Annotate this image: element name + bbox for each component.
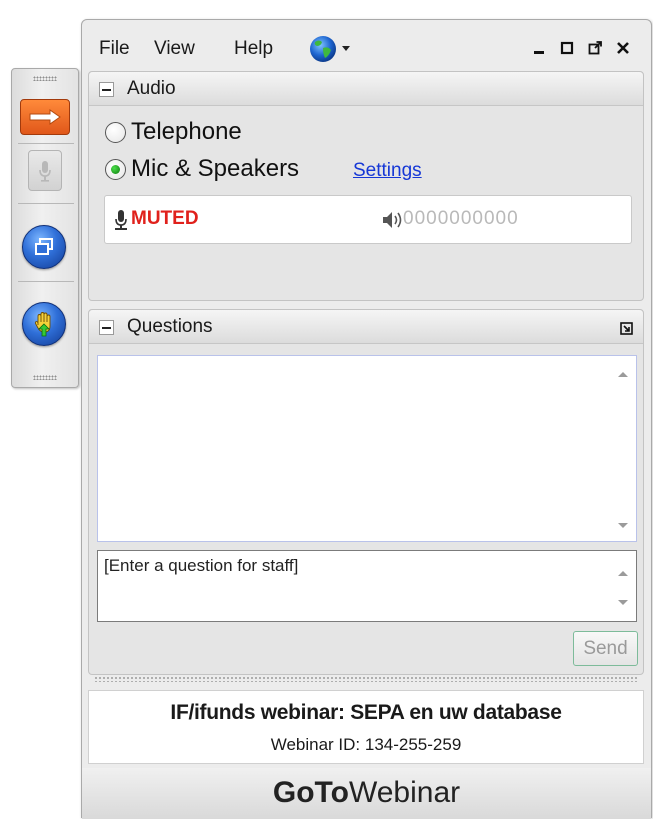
maximize-button[interactable]	[556, 37, 578, 59]
questions-collapse-button[interactable]	[99, 320, 114, 335]
popout-icon	[588, 41, 602, 55]
menu-file[interactable]: File	[99, 38, 130, 60]
scroll-up-icon[interactable]	[617, 569, 629, 577]
menu-view[interactable]: View	[154, 38, 195, 60]
audio-panel-header: Audio	[89, 72, 643, 106]
language-dropdown[interactable]	[308, 34, 358, 64]
brand-logo-strong: GoTo	[272, 776, 349, 809]
webinar-info: IF/ifunds webinar: SEPA en uw database W…	[88, 690, 644, 764]
minimize-icon	[534, 51, 544, 54]
minimize-button[interactable]	[528, 37, 550, 59]
grab-tab-button[interactable]	[22, 225, 66, 269]
audio-panel-title: Audio	[127, 78, 176, 99]
mic-toggle-button[interactable]	[28, 150, 62, 191]
raise-hand-button[interactable]	[22, 302, 66, 346]
toolbar-grip-bottom[interactable]	[33, 375, 57, 380]
popout-icon	[620, 322, 633, 335]
toolbar-divider	[18, 203, 74, 204]
question-input-box	[97, 550, 637, 622]
toolbar-divider	[18, 281, 74, 282]
scroll-down-icon[interactable]	[617, 599, 629, 607]
telephone-radio-circle[interactable]	[105, 121, 126, 143]
questions-log[interactable]	[97, 355, 637, 542]
audio-settings-link[interactable]: Settings	[353, 160, 422, 182]
audio-collapse-button[interactable]	[99, 82, 114, 97]
close-button[interactable]	[612, 37, 634, 59]
toolbar-grip-top[interactable]	[33, 76, 57, 81]
audio-panel: Audio Telephone Mic & Speakers Settings …	[88, 71, 644, 301]
window-icon	[35, 238, 53, 255]
mic-speakers-radio-circle[interactable]	[105, 158, 126, 180]
scroll-down-icon[interactable]	[617, 522, 629, 530]
arrow-icon	[29, 109, 61, 125]
menu-help[interactable]: Help	[234, 38, 273, 60]
questions-panel-header: Questions	[89, 310, 643, 344]
send-button[interactable]: Send	[573, 631, 638, 666]
question-input[interactable]	[98, 551, 608, 621]
close-icon	[617, 42, 629, 54]
globe-icon	[310, 36, 350, 62]
mic-speakers-radio[interactable]: Mic & Speakers	[105, 155, 299, 183]
speaker-level-meter: 0000000000	[403, 208, 519, 229]
microphone-muted-icon	[115, 210, 127, 230]
side-toolbar	[11, 68, 79, 388]
mute-status: MUTED	[131, 208, 199, 229]
toolbar-divider	[18, 143, 74, 144]
show-hide-panel-button[interactable]	[20, 99, 70, 135]
chevron-down-icon	[342, 46, 350, 51]
webinar-title: IF/ifunds webinar: SEPA en uw database	[170, 701, 562, 724]
audio-status-box: MUTED 0000000000	[104, 195, 632, 244]
menu-bar: File View Help	[82, 20, 651, 72]
questions-panel: Questions Send	[88, 309, 644, 675]
mic-speakers-radio-label: Mic & Speakers	[131, 155, 300, 182]
raise-hand-icon	[34, 312, 51, 337]
popout-button[interactable]	[584, 37, 606, 59]
brand-logo: GoToWebinar	[82, 768, 651, 819]
control-panel-window: File View Help Audio Telephone Mic & Spe…	[81, 19, 652, 819]
webinar-id: Webinar ID: 134-255-259	[270, 735, 462, 754]
telephone-radio-label: Telephone	[131, 118, 242, 145]
maximize-icon	[560, 41, 574, 55]
scroll-up-icon[interactable]	[617, 370, 629, 378]
speaker-icon	[383, 212, 402, 228]
telephone-radio[interactable]: Telephone	[105, 118, 242, 146]
microphone-icon	[39, 160, 51, 182]
resize-grip[interactable]	[94, 676, 638, 682]
questions-popout-button[interactable]	[618, 320, 635, 337]
brand-logo-light: Webinar	[348, 776, 461, 809]
questions-panel-title: Questions	[127, 316, 213, 337]
